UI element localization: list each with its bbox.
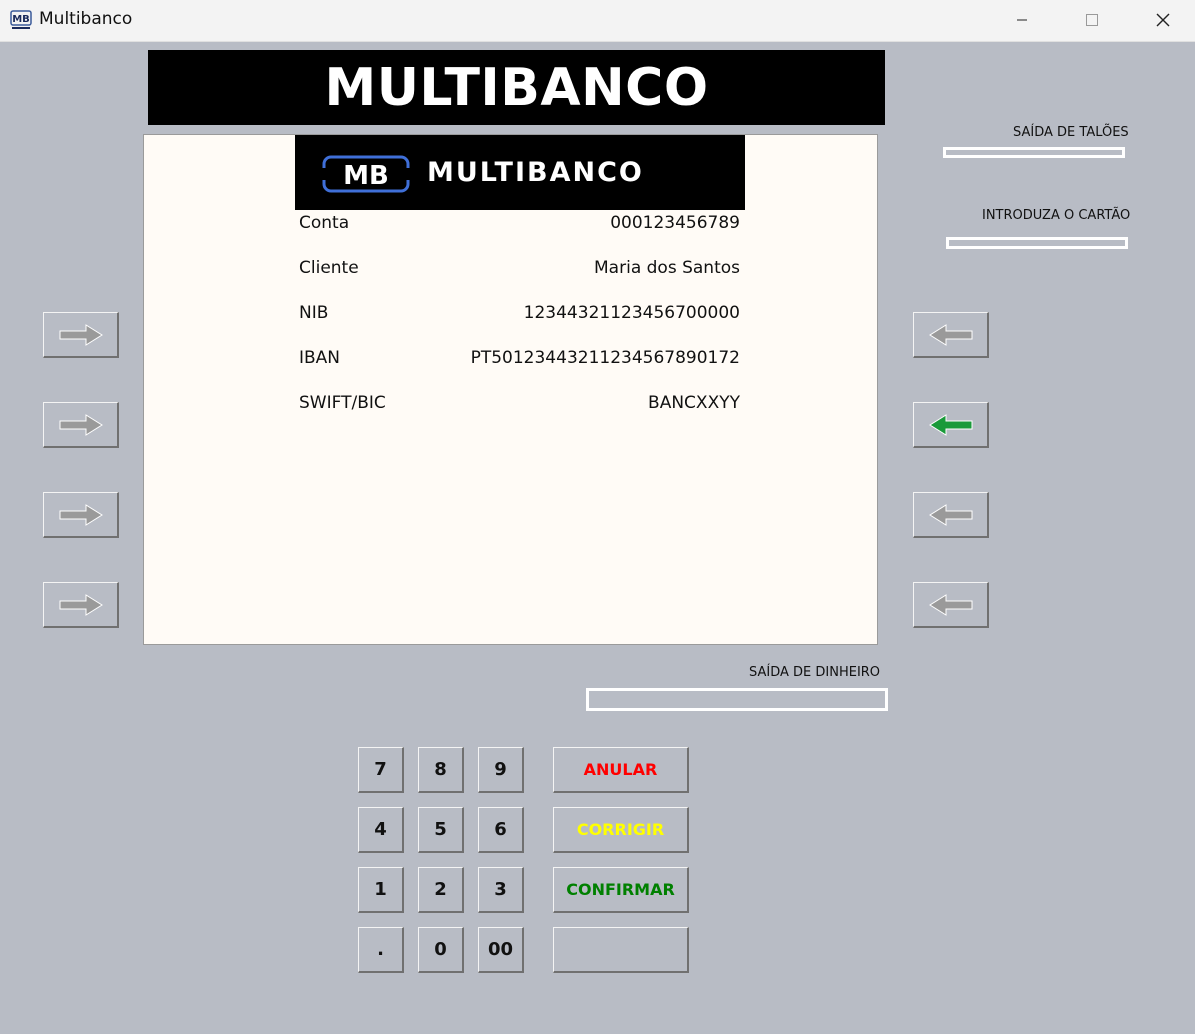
cash-slot (586, 688, 888, 711)
confirm-button[interactable]: CONFIRMAR (553, 867, 689, 913)
info-row-iban: IBAN PT50123443211234567890172 (299, 348, 740, 372)
multibanco-logo: MB MULTIBANCO (295, 135, 745, 210)
arrow-left-icon (928, 503, 972, 526)
info-label: NIB (299, 303, 329, 323)
mb-logo-icon: MB (10, 9, 32, 31)
close-icon[interactable] (1140, 0, 1186, 40)
info-value: Maria dos Santos (594, 258, 740, 278)
key-9[interactable]: 9 (478, 747, 524, 793)
minimize-icon[interactable] (999, 0, 1045, 40)
card-slot[interactable] (946, 237, 1128, 249)
arrow-left-icon (928, 593, 972, 616)
atm-screen: MB MULTIBANCO Conta 000123456789 Cliente… (143, 134, 878, 645)
left-option-button-3[interactable] (43, 492, 119, 538)
key-00[interactable]: 00 (478, 927, 524, 973)
banner-title: MULTIBANCO (324, 57, 709, 118)
info-row-nib: NIB 12344321123456700000 (299, 303, 740, 327)
info-value: PT50123443211234567890172 (470, 348, 740, 368)
window-title: Multibanco (39, 9, 133, 29)
left-option-button-2[interactable] (43, 402, 119, 448)
arrow-right-icon (59, 323, 103, 346)
svg-text:MB: MB (12, 14, 30, 25)
key-1[interactable]: 1 (358, 867, 404, 913)
key-4[interactable]: 4 (358, 807, 404, 853)
key-dot[interactable]: . (358, 927, 404, 973)
arrow-left-icon (928, 413, 972, 436)
cash-slot-label: SAÍDA DE DINHEIRO (749, 665, 881, 680)
left-option-button-1[interactable] (43, 312, 119, 358)
info-row-cliente: Cliente Maria dos Santos (299, 258, 740, 282)
mb-mark-icon: MB (321, 155, 411, 193)
info-row-conta: Conta 000123456789 (299, 213, 740, 237)
receipt-slot-label: SAÍDA DE TALÕES (1013, 125, 1129, 140)
left-option-button-4[interactable] (43, 582, 119, 628)
receipt-slot (943, 147, 1125, 158)
info-value: BANCXXYY (648, 393, 740, 413)
info-label: Conta (299, 213, 350, 233)
svg-text:MB: MB (343, 161, 389, 191)
blank-function-button[interactable] (553, 927, 689, 973)
right-option-button-4[interactable] (913, 582, 989, 628)
arrow-right-icon (59, 503, 103, 526)
arrow-right-icon (59, 593, 103, 616)
atm-banner: MULTIBANCO (148, 50, 885, 125)
arrow-left-icon (928, 323, 972, 346)
info-value: 12344321123456700000 (523, 303, 740, 323)
right-option-button-3[interactable] (913, 492, 989, 538)
key-0[interactable]: 0 (418, 927, 464, 973)
right-option-button-2[interactable] (913, 402, 989, 448)
key-2[interactable]: 2 (418, 867, 464, 913)
info-label: Cliente (299, 258, 359, 278)
key-7[interactable]: 7 (358, 747, 404, 793)
key-6[interactable]: 6 (478, 807, 524, 853)
key-8[interactable]: 8 (418, 747, 464, 793)
right-option-button-1[interactable] (913, 312, 989, 358)
arrow-right-icon (59, 413, 103, 436)
logo-wordmark: MULTIBANCO (427, 157, 644, 188)
info-row-swift: SWIFT/BIC BANCXXYY (299, 393, 740, 417)
correct-button[interactable]: CORRIGIR (553, 807, 689, 853)
info-label: IBAN (299, 348, 341, 368)
info-label: SWIFT/BIC (299, 393, 386, 413)
key-5[interactable]: 5 (418, 807, 464, 853)
maximize-icon[interactable] (1069, 0, 1115, 40)
key-3[interactable]: 3 (478, 867, 524, 913)
cancel-button[interactable]: ANULAR (553, 747, 689, 793)
card-slot-label: INTRODUZA O CARTÃO (982, 208, 1131, 223)
info-value: 000123456789 (610, 213, 740, 233)
title-bar: MB Multibanco (0, 0, 1195, 42)
